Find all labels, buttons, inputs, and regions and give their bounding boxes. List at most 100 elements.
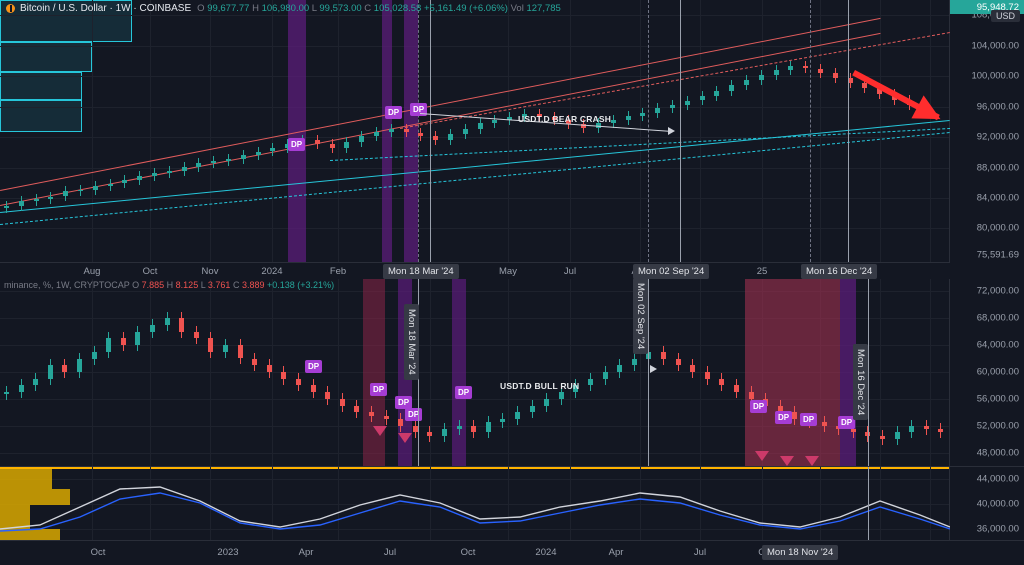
candle xyxy=(344,141,350,148)
dom-candle xyxy=(719,378,725,386)
down-triangle-marker xyxy=(398,433,412,443)
dom-candle xyxy=(880,435,885,440)
candle xyxy=(699,95,705,101)
dom-vgrid xyxy=(150,278,151,466)
price-vgrid xyxy=(762,0,763,262)
bottom-time-axis[interactable]: Oct2023AprJulOct2024AprJulOMon 18 Nov '2… xyxy=(0,540,1024,565)
change-value: +5,161.49 (+6.06%) xyxy=(423,2,508,14)
dom-candle xyxy=(106,338,112,352)
dom-candle xyxy=(500,419,506,423)
candle xyxy=(18,201,24,207)
dom-candle xyxy=(135,331,141,346)
candle xyxy=(388,128,394,132)
candle xyxy=(773,70,779,75)
candle xyxy=(166,170,172,173)
price-axis[interactable]: USD 80,000.00 84,000.00 88,000.00 92,000.00… xyxy=(949,0,1024,262)
price-axis-tick-base: 75,591.69 xyxy=(976,249,1019,261)
candle xyxy=(655,108,661,113)
candle xyxy=(48,196,54,199)
dom-candle xyxy=(354,405,360,413)
dom-vgrid xyxy=(508,278,509,466)
candle xyxy=(33,198,39,201)
dom-candle xyxy=(252,358,258,366)
dom-vgrid xyxy=(570,278,571,466)
down-triangle-marker xyxy=(755,451,769,461)
dom-candle xyxy=(529,405,535,413)
close-value: 105,028.58 xyxy=(373,2,422,14)
dom-change: +0.138 (+3.21%) xyxy=(267,280,335,290)
dom-date-label-box: Mon 16 Dec '24 xyxy=(853,344,868,421)
dom-candle xyxy=(150,325,155,332)
arrow-head xyxy=(668,127,675,135)
candle xyxy=(226,159,231,161)
dom-candle xyxy=(661,351,666,359)
date-label-box: Mon 18 Mar '24 xyxy=(383,264,459,279)
arrow-head xyxy=(650,365,657,373)
crosshair-vline xyxy=(848,0,849,262)
dom-candle xyxy=(383,415,389,419)
price-plot-area[interactable]: USDT.D BEAR CRASH DP DP DP xyxy=(0,0,950,262)
osc-axis-tick: 44,000.00 xyxy=(976,473,1019,485)
dom-o-value: 7.885 xyxy=(141,280,165,290)
price-vgrid xyxy=(508,0,509,262)
dom-crosshair-vline xyxy=(648,278,649,466)
dom-dp-marker: DP xyxy=(455,386,472,399)
candle xyxy=(433,136,439,141)
dom-l-label: L xyxy=(200,280,206,290)
date-label-box: Mon 02 Sep '24 xyxy=(633,264,710,279)
price-gridline xyxy=(0,167,950,169)
candle xyxy=(803,66,809,69)
dom-candle xyxy=(923,425,929,430)
oscillator-axis[interactable]: 36,000.00 40,000.00 44,000.00 xyxy=(949,467,1024,541)
oscillator-plot-area[interactable] xyxy=(0,467,950,541)
price-vgrid xyxy=(700,0,701,262)
dom-candle xyxy=(77,358,82,372)
dom-candle xyxy=(120,338,126,346)
price-time-tick: Nov xyxy=(201,266,219,277)
price-time-tick: May xyxy=(499,266,517,277)
dominance-title: minance, %, 1W, CRYPTOCAP xyxy=(4,280,130,290)
dom-vgrid xyxy=(92,278,93,466)
dom-candle xyxy=(237,345,243,359)
candle xyxy=(403,128,409,133)
dominance-axis[interactable]: 48,000.00 52,000.00 56,000.00 60,000.00 64,0… xyxy=(949,278,1024,466)
high-value: 106,980.00 xyxy=(261,2,310,14)
candle xyxy=(684,100,690,106)
down-triangle-marker xyxy=(780,456,794,466)
candle xyxy=(788,66,794,70)
down-triangle-marker xyxy=(373,426,387,436)
volume-value: 127,785 xyxy=(526,2,561,14)
candle xyxy=(196,162,202,167)
dom-vgrid xyxy=(700,278,701,466)
candle xyxy=(240,155,246,160)
dom-candle xyxy=(675,358,681,366)
trendline xyxy=(0,120,950,213)
osc-series-line xyxy=(0,492,950,532)
bottom-time-tick: Apr xyxy=(298,547,314,558)
dom-candle xyxy=(296,378,301,386)
price-vgrid xyxy=(570,0,571,262)
candle xyxy=(832,73,838,78)
price-vgrid xyxy=(92,0,93,262)
dom-zone-red-wide xyxy=(745,278,840,466)
dom-dp-marker: DP xyxy=(305,360,322,373)
candle xyxy=(137,175,143,180)
candle xyxy=(744,80,749,86)
candle xyxy=(670,105,675,109)
candle xyxy=(492,120,498,124)
candle xyxy=(862,83,868,89)
dom-axis-tick: 64,000.00 xyxy=(976,339,1019,351)
candle xyxy=(818,68,823,74)
price-vgrid xyxy=(210,0,211,262)
dominance-plot-area[interactable]: USDT.D BULL RUN DP DP DP DP DP DP DP DP DP Mon 18 … xyxy=(0,278,950,466)
candle xyxy=(477,123,483,129)
dom-h-value: 8.125 xyxy=(175,280,199,290)
price-time-axis: AugOctNov2024FebMayJulAugOct25MMon 18 Ma… xyxy=(0,262,950,279)
annotation-bear-crash: USDT.D BEAR CRASH xyxy=(518,114,612,124)
dom-dp-marker: DP xyxy=(775,411,792,424)
price-time-tick: Jul xyxy=(563,266,577,277)
dom-candle xyxy=(690,365,696,372)
price-gridline xyxy=(0,137,950,139)
symbol-title[interactable]: Bitcoin / U.S. Dollar · 1W · COINBASE xyxy=(20,3,191,14)
trendline xyxy=(0,132,950,225)
